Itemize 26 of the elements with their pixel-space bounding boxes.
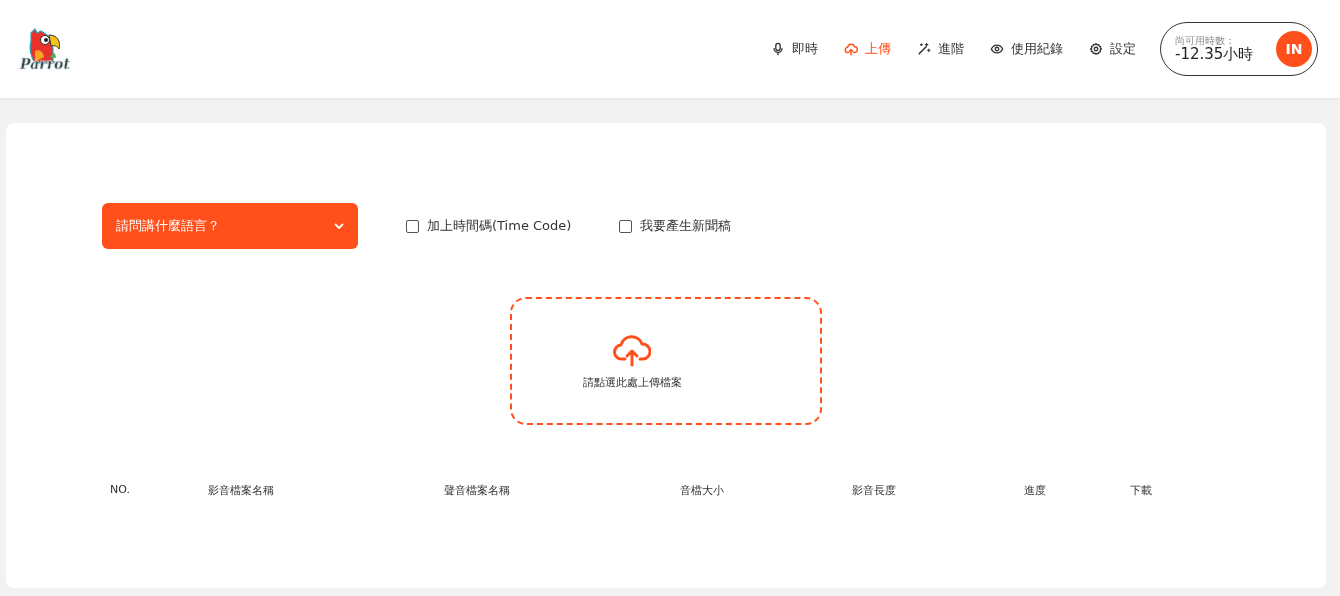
upload-icon: [613, 332, 651, 367]
checkbox[interactable]: [619, 219, 633, 233]
chevron-icon: [334, 222, 344, 230]
column-header: 下載: [1130, 483, 1153, 498]
credit-label: 尚可用時數：: [1175, 34, 1236, 46]
logo-text: Parrot: [20, 57, 70, 71]
magic-wand-icon: [917, 42, 931, 56]
column-header: 影音檔案名稱: [208, 483, 275, 498]
checkbox[interactable]: [406, 219, 419, 233]
credit-value: -12.35小時: [1175, 46, 1254, 64]
upload-icon: [844, 42, 858, 56]
checkbox-label: 我要產生新聞稿: [640, 217, 732, 235]
upload-dropzone[interactable]: 請點選此處上傳檔案: [510, 297, 822, 425]
settings-icon: [1089, 42, 1103, 56]
column-header: 聲音檔案名稱: [444, 483, 511, 498]
eye-icon: [990, 42, 1004, 56]
column-header: 音檔大小: [680, 483, 725, 498]
nav-tab[interactable]: 設定: [1089, 40, 1136, 58]
column-header: 進度: [1024, 483, 1047, 498]
column-header: NO.: [110, 483, 131, 498]
column-header: 影音長度: [852, 483, 897, 498]
checkbox-label: 加上時間碼(Time Code): [427, 217, 572, 235]
nav-tab[interactable]: 即時: [771, 40, 818, 58]
microphone-icon: [771, 42, 785, 56]
nav-tab[interactable]: 使用紀錄: [990, 40, 1063, 58]
nav-tab[interactable]: 進階: [917, 40, 964, 58]
